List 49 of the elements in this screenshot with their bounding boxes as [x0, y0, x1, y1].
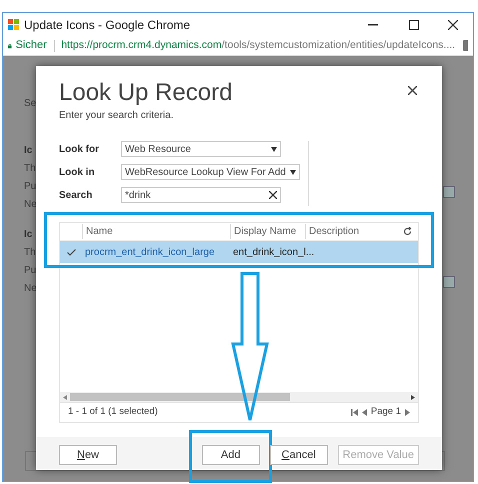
record-count: 1 - 1 of 1 (1 selected): [68, 405, 158, 420]
dropdown-field[interactable]: Web Resource: [121, 141, 281, 157]
page-text: Pu: [24, 264, 36, 278]
page-subtitle: Se: [24, 97, 36, 111]
close-icon[interactable]: [448, 20, 458, 30]
page-text: Th: [24, 162, 36, 176]
url-text[interactable]: https://procrm.crm4.dynamics.com/tools/systemcustomization/entities/updateIcons....: [61, 38, 456, 54]
window-title: Update Icons - Google Chrome: [24, 16, 190, 34]
first-page-icon[interactable]: [350, 409, 358, 416]
dropdown-caret-icon: [271, 146, 277, 152]
page-text: Ic: [24, 228, 32, 242]
table-cell-text: ent_drink_icon_l...: [232, 246, 316, 260]
next-page-icon[interactable]: [405, 409, 410, 416]
dialog-subtitle: Enter your search criteria.: [59, 109, 174, 123]
page-text: Th: [24, 246, 36, 260]
horizontal-scrollbar[interactable]: [60, 392, 418, 402]
page-text: Ne: [24, 282, 37, 296]
column-header[interactable]: Name: [82, 224, 230, 239]
column-header[interactable]: Description: [305, 224, 385, 239]
dropdown-field[interactable]: WebResource Lookup View For Add: [121, 164, 300, 180]
minimize-icon[interactable]: [368, 24, 378, 26]
page-number: Page 1: [370, 405, 401, 420]
record-link[interactable]: procrm_ent_drink_icon_large: [82, 244, 230, 260]
dialog-button[interactable]: New: [59, 444, 117, 464]
dialog-button[interactable]: Cancel: [270, 444, 328, 464]
scroll-left-icon[interactable]: [63, 394, 67, 400]
dropdown-caret-icon: [290, 170, 296, 174]
maximize-icon[interactable]: [409, 20, 419, 30]
scroll-right-icon[interactable]: [411, 394, 415, 400]
dialog-button[interactable]: Add: [202, 444, 260, 464]
page-text: Ne: [24, 198, 37, 212]
previous-page-icon[interactable]: [362, 409, 367, 416]
field-label: Look for: [59, 142, 100, 156]
field-label: Search: [59, 188, 94, 202]
page-icon: [443, 186, 455, 198]
field-label: Look in: [59, 166, 96, 180]
result-row[interactable]: procrm_ent_drink_icon_large ent_drink_icon_l...: [60, 241, 418, 263]
close-icon[interactable]: [408, 86, 417, 95]
windows-logo-icon: [8, 19, 19, 30]
refresh-icon[interactable]: [403, 227, 412, 236]
check-icon: [66, 248, 76, 256]
clear-icon[interactable]: [269, 191, 277, 199]
column-header[interactable]: Display Name: [230, 224, 305, 239]
search-field[interactable]: *drink: [121, 187, 281, 203]
page-text: Ic: [24, 144, 32, 158]
page-icon: [443, 276, 455, 288]
page-text: Pu: [24, 180, 36, 194]
security-label: Sicher: [16, 38, 47, 54]
dialog-title: Look Up Record: [59, 78, 232, 108]
